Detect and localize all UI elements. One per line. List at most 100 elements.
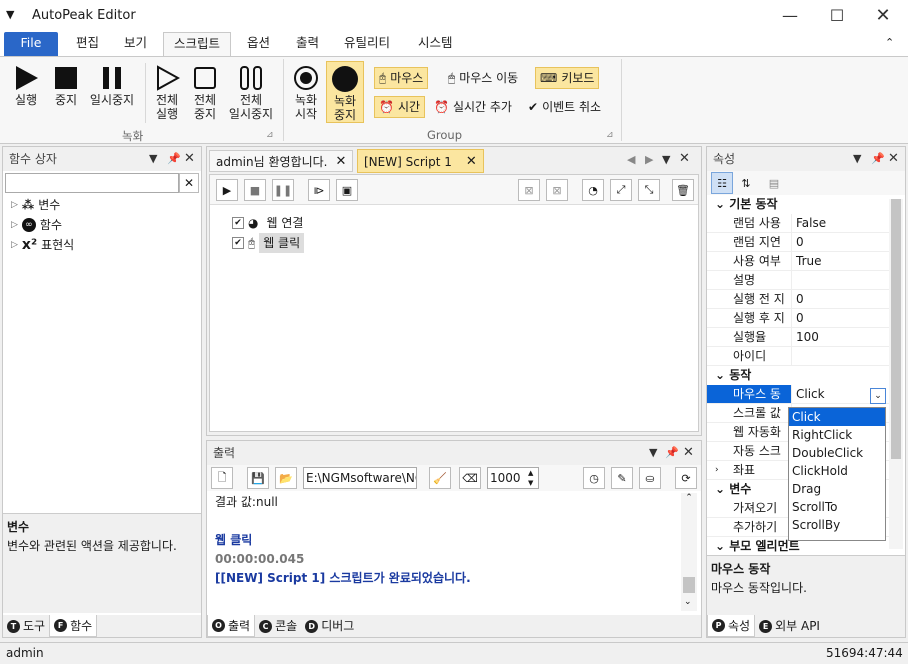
prop-value[interactable] xyxy=(791,347,889,365)
sort-alpha-icon[interactable]: ⇅ xyxy=(735,172,757,194)
dropdown-option[interactable]: Drag xyxy=(789,480,885,498)
timer-icon[interactable]: ◔ xyxy=(582,179,604,201)
line-count-stepper[interactable]: 1000 ▲ ▼ xyxy=(487,467,539,489)
tab-close-icon[interactable]: ✕ xyxy=(466,150,477,172)
prop-row[interactable]: 실행 후 지 0 xyxy=(707,309,889,328)
dropdown-option[interactable]: ScrollBy xyxy=(789,516,885,534)
scroll-up-icon[interactable]: ⌃ xyxy=(681,493,697,503)
tab-list-icon[interactable]: ▼ xyxy=(662,153,670,166)
tab-output[interactable]: O 출력 xyxy=(207,615,256,637)
property-pages-icon[interactable]: ▤ xyxy=(763,172,785,194)
output-path-input[interactable]: E:\NGMsoftware\NG xyxy=(303,467,417,489)
collapse-icon[interactable]: ⤡ xyxy=(638,179,660,201)
new-file-icon[interactable]: 🗋 xyxy=(211,467,233,489)
record-stop-button[interactable]: 녹화 중지 xyxy=(326,61,364,123)
delete-all-icon[interactable]: ⊠ xyxy=(546,179,568,201)
expand-icon[interactable]: ⤢ xyxy=(610,179,632,201)
output-scrollbar[interactable]: ⌃ ⌄ xyxy=(681,493,697,611)
tab-external-api[interactable]: E 외부 API xyxy=(755,615,824,637)
trash-icon[interactable]: 🗑 xyxy=(672,179,694,201)
clock-icon[interactable]: ◷ xyxy=(583,467,605,489)
dropdown-toggle-icon[interactable]: ⌄ xyxy=(870,388,886,404)
expand-icon[interactable]: › xyxy=(715,461,719,479)
tab-close-icon[interactable]: ✕ xyxy=(335,151,346,171)
folder-icon[interactable]: 📂 xyxy=(275,467,297,489)
clear-search-button[interactable]: ✕ xyxy=(179,173,199,193)
tab-debug[interactable]: D 디버그 xyxy=(301,615,358,637)
category-basic[interactable]: ⌄ 기본 동작 xyxy=(707,195,889,214)
mouse-move-toggle[interactable]: 🖱 마우스 이동 xyxy=(444,67,522,89)
pin-icon[interactable]: 📌 xyxy=(167,147,181,171)
app-menu-icon[interactable]: ▼ xyxy=(6,8,14,21)
function-search-input[interactable] xyxy=(5,173,179,193)
tab-edit[interactable]: 편집 xyxy=(66,32,109,56)
save-icon[interactable]: 💾 xyxy=(247,467,269,489)
stop-button[interactable]: 중지 xyxy=(48,63,84,107)
brush-icon[interactable]: ✎ xyxy=(611,467,633,489)
group-launcher-icon[interactable]: ⊿ xyxy=(606,130,614,140)
tab-script[interactable]: 스크립트 xyxy=(163,32,231,56)
scroll-thumb[interactable] xyxy=(891,199,901,459)
play-icon[interactable]: ▶ xyxy=(216,179,238,201)
tab-welcome[interactable]: admin님 환영합니다. ✕ xyxy=(209,150,354,172)
eraser-icon[interactable]: ⌫ xyxy=(459,467,481,489)
tab-tools[interactable]: T 도구 xyxy=(3,615,49,637)
step-icon[interactable]: ⧐ xyxy=(308,179,330,201)
keyboard-record-toggle[interactable]: ⌨ 키보드 xyxy=(535,67,600,89)
tree-item-expression[interactable]: ▷ x² 표현식 xyxy=(11,235,191,255)
mouse-record-toggle[interactable]: 🖰 마우스 xyxy=(374,67,429,89)
tab-console[interactable]: C 콘솔 xyxy=(255,615,301,637)
stop-icon[interactable]: ■ xyxy=(244,179,266,201)
panel-menu-icon[interactable]: ▼ xyxy=(853,147,861,171)
pin-icon[interactable]: 📌 xyxy=(665,441,679,465)
stop-all-button[interactable]: 전체 중지 xyxy=(188,63,222,121)
category-action[interactable]: ⌄ 동작 xyxy=(707,366,889,385)
prop-row[interactable]: 실행율 100 xyxy=(707,328,889,347)
prop-row-mouse-action[interactable]: 마우스 동 Click xyxy=(707,385,889,404)
script-item-web-click[interactable]: ✔ 🖰 웹 클릭 xyxy=(232,233,305,253)
fill-icon[interactable]: ⛀ xyxy=(639,467,661,489)
clean-icon[interactable]: 🧹 xyxy=(429,467,451,489)
script-item-web-connect[interactable]: ✔ ◕ 웹 연결 xyxy=(232,213,303,233)
group-launcher-icon[interactable]: ⊿ xyxy=(266,130,274,140)
dropdown-option[interactable]: RightClick xyxy=(789,426,885,444)
checkbox[interactable]: ✔ xyxy=(232,237,244,249)
prop-row[interactable]: 사용 여부 True xyxy=(707,252,889,271)
expand-icon[interactable]: ▷ xyxy=(11,195,18,215)
refresh-icon[interactable]: ⟳ xyxy=(675,467,697,489)
dropdown-option[interactable]: DoubleClick xyxy=(789,444,885,462)
tree-item-function[interactable]: ▷ ∞ 함수 xyxy=(11,215,191,235)
panel-close-icon[interactable]: ✕ xyxy=(888,147,899,171)
scroll-thumb[interactable] xyxy=(683,577,695,593)
tab-functions[interactable]: F 함수 xyxy=(49,615,98,637)
record-start-button[interactable]: 녹화 시작 xyxy=(289,63,323,121)
tab-scroll-right-icon[interactable]: ▶ xyxy=(645,153,653,166)
categorized-icon[interactable]: ☷ xyxy=(711,172,733,194)
dropdown-option[interactable]: ScrollTo xyxy=(789,498,885,516)
run-all-button[interactable]: 전체 실행 xyxy=(150,63,184,121)
tab-utility[interactable]: 유틸리티 xyxy=(334,32,400,56)
prop-row[interactable]: 랜덤 지연 0 xyxy=(707,233,889,252)
close-button[interactable]: ✕ xyxy=(863,4,903,28)
prop-value[interactable]: 0 xyxy=(791,290,889,308)
tab-scroll-left-icon[interactable]: ◀ xyxy=(627,153,635,166)
tab-system[interactable]: 시스템 xyxy=(408,32,463,56)
prop-value[interactable]: False xyxy=(791,214,889,232)
run-to-end-icon[interactable]: ▣ xyxy=(336,179,358,201)
maximize-button[interactable]: ☐ xyxy=(817,4,857,28)
panel-menu-icon[interactable]: ▼ xyxy=(149,147,157,171)
property-scrollbar[interactable] xyxy=(889,199,903,549)
prop-value[interactable]: 0 xyxy=(791,233,889,251)
tab-script-1[interactable]: [NEW] Script 1 ✕ xyxy=(357,149,484,173)
expand-icon[interactable]: ▷ xyxy=(11,235,18,255)
prop-row[interactable]: 설명 xyxy=(707,271,889,290)
pause-button[interactable]: 일시중지 xyxy=(86,63,138,107)
realtime-add-toggle[interactable]: ⏰ 실시간 추가 xyxy=(430,96,516,118)
prop-row[interactable]: 실행 전 지 0 xyxy=(707,290,889,309)
panel-menu-icon[interactable]: ▼ xyxy=(649,441,657,465)
delete-icon[interactable]: ⊠ xyxy=(518,179,540,201)
panel-close-icon[interactable]: ✕ xyxy=(184,147,195,171)
pause-icon[interactable]: ❚❚ xyxy=(272,179,294,201)
checkbox[interactable]: ✔ xyxy=(232,217,244,229)
prop-value[interactable] xyxy=(791,271,889,289)
